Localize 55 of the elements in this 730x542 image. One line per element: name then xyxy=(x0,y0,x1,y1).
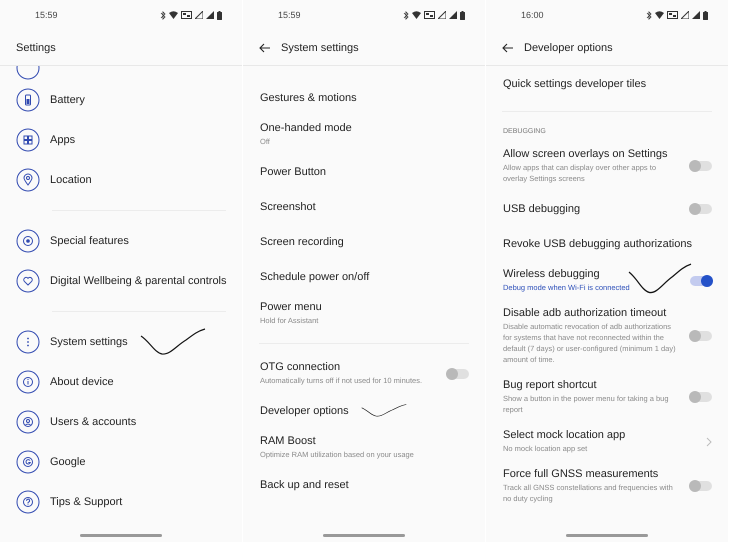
settings-row[interactable]: Gestures & motions xyxy=(243,80,485,115)
toggle-switch[interactable] xyxy=(690,481,712,491)
help-icon xyxy=(16,490,40,514)
settings-row[interactable]: Revoke USB debugging authorizations xyxy=(486,226,728,261)
toggle-switch[interactable] xyxy=(690,392,712,402)
toggle-switch[interactable] xyxy=(690,161,712,171)
screen-title: Settings xyxy=(16,42,56,54)
bluetooth-icon xyxy=(160,10,166,20)
wifi-icon xyxy=(169,11,178,19)
settings-row[interactable]: Screen recording xyxy=(243,224,485,259)
settings-row[interactable]: USB debugging xyxy=(486,191,728,226)
settings-item[interactable]: About device xyxy=(0,362,242,402)
bluetooth-icon xyxy=(646,10,652,20)
wifi-icon xyxy=(655,11,664,19)
settings-item[interactable]: Users & accounts xyxy=(0,402,242,442)
settings-item[interactable]: Tips & Support xyxy=(0,482,242,522)
wifi-icon xyxy=(412,11,421,19)
settings-item[interactable]: Special features xyxy=(0,221,242,261)
toggle-switch[interactable] xyxy=(447,368,469,378)
settings-item[interactable]: Google xyxy=(0,442,242,482)
toggle-switch[interactable] xyxy=(690,276,712,286)
location-icon xyxy=(16,168,40,192)
back-arrow-icon[interactable] xyxy=(259,42,271,52)
settings-row[interactable]: Power Button xyxy=(243,154,485,189)
info-icon xyxy=(16,370,40,394)
status-time: 15:59 xyxy=(278,10,301,20)
battery-icon xyxy=(16,88,40,112)
status-time: 15:59 xyxy=(35,10,58,20)
sim-icon xyxy=(181,11,192,19)
screen-title: System settings xyxy=(281,42,359,54)
settings-item[interactable]: System settings xyxy=(0,322,242,362)
battery-icon xyxy=(703,10,708,20)
battery-icon xyxy=(460,10,465,20)
settings-item[interactable]: Location xyxy=(0,160,242,200)
settings-row[interactable]: Developer options xyxy=(243,393,485,428)
sim-icon xyxy=(424,11,435,19)
settings-item[interactable]: Digital Wellbeing & parental controls xyxy=(0,261,242,301)
bluetooth-icon xyxy=(403,10,409,20)
settings-row[interactable]: Back up and reset xyxy=(243,467,485,502)
status-time: 16:00 xyxy=(521,10,544,20)
settings-item[interactable]: Apps xyxy=(0,120,242,160)
settings-item[interactable]: Battery xyxy=(0,80,242,120)
toggle-switch[interactable] xyxy=(690,204,712,214)
apps-icon xyxy=(16,128,40,152)
dots-icon xyxy=(16,330,40,354)
settings-row[interactable]: Schedule power on/off xyxy=(243,259,485,294)
toggle-switch[interactable] xyxy=(690,331,712,341)
sim-icon xyxy=(667,11,678,19)
google-icon xyxy=(16,450,40,474)
user-icon xyxy=(16,410,40,434)
settings-row[interactable]: Screenshot xyxy=(243,189,485,224)
screen-title: Developer options xyxy=(524,42,613,54)
settings-row[interactable]: Quick settings developer tiles xyxy=(486,66,728,101)
battery-icon xyxy=(217,10,222,20)
back-arrow-icon[interactable] xyxy=(502,42,514,52)
